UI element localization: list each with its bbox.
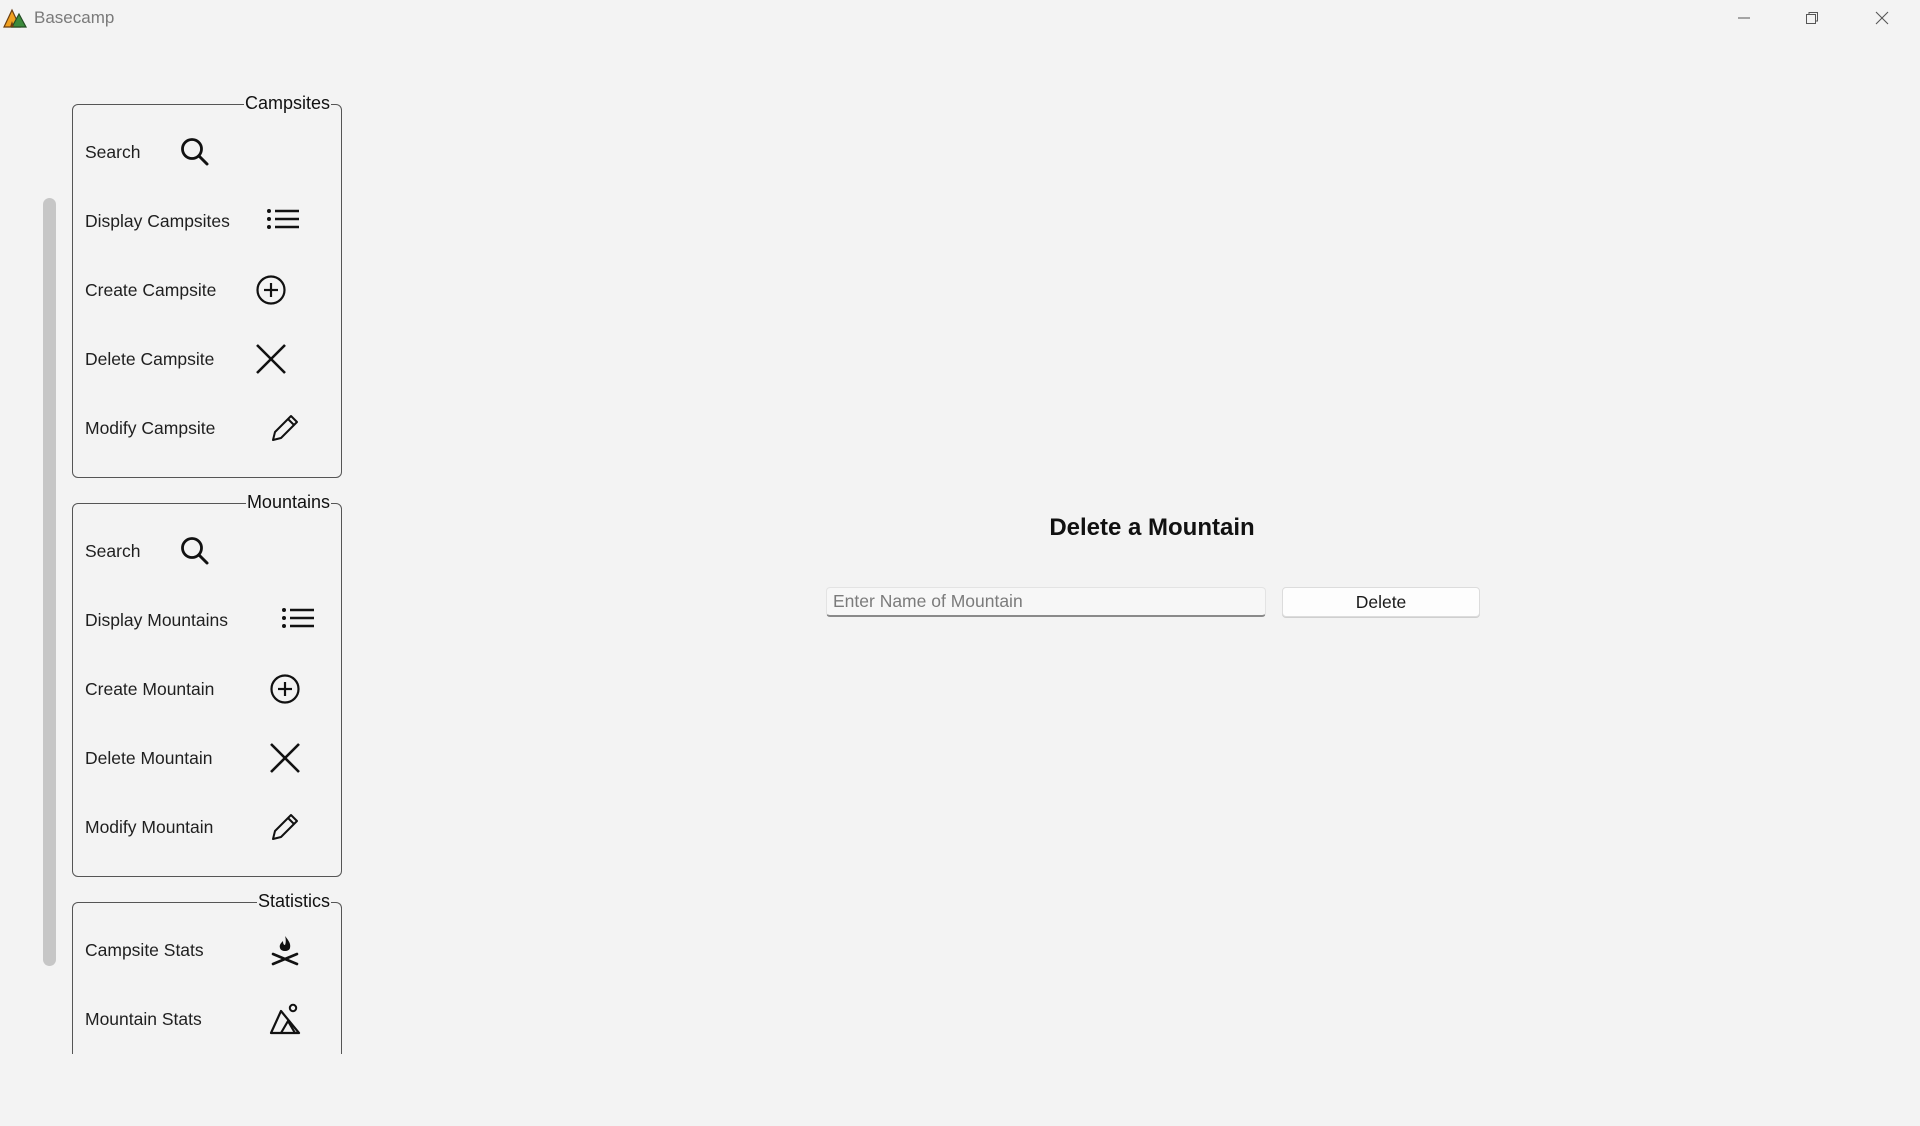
sidebar: Campsites Search Display Campsites Creat… [40,76,360,1054]
list-icon [265,203,301,239]
window-title: Basecamp [34,8,115,27]
list-icon [280,602,316,638]
basecamp-logo-icon [2,6,28,28]
modify-mountain-button[interactable]: Modify Mountain [85,805,335,849]
item-label: Create Mountain [85,678,215,699]
minimize-icon [1738,17,1750,19]
add-circle-icon [267,671,303,707]
campsites-group: Campsites Search Display Campsites Creat… [72,92,342,478]
close-icon [267,740,303,776]
display-mountains-button[interactable]: Display Mountains [85,598,335,642]
sidebar-scrollbar[interactable] [40,76,56,1054]
group-title-campsites: Campsites [243,92,331,114]
group-title-mountains: Mountains [245,491,331,513]
pencil-icon [267,809,303,845]
close-window-button[interactable] [1848,0,1916,36]
mountain-icon [267,1001,303,1037]
delete-campsite-button[interactable]: Delete Campsite [85,337,335,381]
modify-campsite-button[interactable]: Modify Campsite [85,406,335,450]
mountain-name-input[interactable] [826,587,1266,617]
search-icon [177,134,213,170]
item-label: Search [85,540,141,561]
item-label: Modify Campsite [85,417,216,438]
maximize-icon [1806,12,1818,24]
campsites-search-button[interactable]: Search [85,130,335,174]
item-label: Delete Mountain [85,747,213,768]
create-mountain-button[interactable]: Create Mountain [85,667,335,711]
search-icon [177,533,213,569]
close-icon [1875,11,1889,25]
close-icon [253,341,289,377]
item-label: Mountain Stats [85,1008,202,1029]
item-label: Search [85,141,141,162]
campfire-icon [267,932,303,968]
group-title-statistics: Statistics [256,890,331,912]
delete-mountain-button[interactable]: Delete Mountain [85,736,335,780]
item-label: Campsite Stats [85,939,204,960]
campsite-stats-button[interactable]: Campsite Stats [85,928,335,972]
title-bar: Basecamp [0,0,1920,36]
item-label: Display Mountains [85,609,228,630]
maximize-button[interactable] [1778,0,1846,36]
mountains-search-button[interactable]: Search [85,529,335,573]
pencil-icon [267,410,303,446]
item-label: Delete Campsite [85,348,215,369]
display-campsites-button[interactable]: Display Campsites [85,199,335,243]
item-label: Create Campsite [85,279,217,300]
mountains-group: Mountains Search Display Mountains Creat… [72,491,342,877]
add-circle-icon [253,272,289,308]
delete-button[interactable]: Delete [1282,587,1480,617]
statistics-group: Statistics Campsite Stats Mountain Stats [72,890,342,1054]
create-campsite-button[interactable]: Create Campsite [85,268,335,312]
scrollbar-thumb[interactable] [43,198,56,966]
minimize-button[interactable] [1710,0,1778,36]
item-label: Display Campsites [85,210,230,231]
page-title: Delete a Mountain [1049,514,1255,541]
mountain-stats-button[interactable]: Mountain Stats [85,997,335,1041]
item-label: Modify Mountain [85,816,214,837]
